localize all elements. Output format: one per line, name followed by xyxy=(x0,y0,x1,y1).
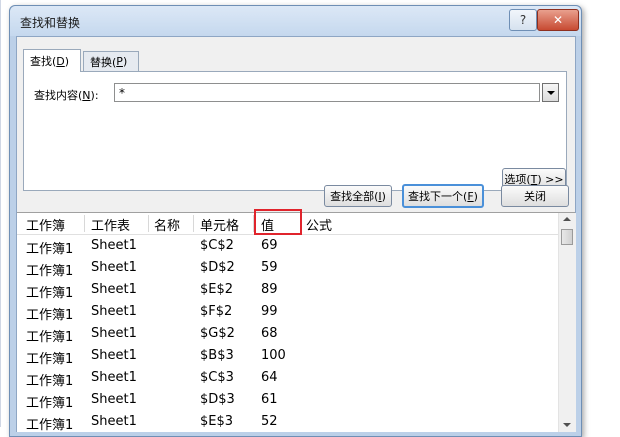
scroll-up-icon[interactable] xyxy=(563,217,571,221)
tab-find[interactable]: 查找(D) xyxy=(23,49,81,72)
cell-value: 59 xyxy=(261,260,278,275)
find-next-label: 查找下一个( xyxy=(408,190,468,203)
table-row[interactable]: 工作簿1 Sheet1 $E$2 89 xyxy=(17,279,558,301)
table-row[interactable]: 工作簿1 Sheet1 $B$3 100 xyxy=(17,345,558,367)
find-label-key: N xyxy=(82,89,91,102)
help-icon: ? xyxy=(519,13,527,27)
find-all-suffix: ) xyxy=(381,189,386,203)
close-button-label: 关闭 xyxy=(524,190,546,203)
scroll-thumb[interactable] xyxy=(561,229,573,245)
table-row[interactable]: 工作簿1 Sheet1 $D$2 59 xyxy=(17,257,558,279)
find-all-label: 查找全部( xyxy=(330,190,379,203)
grid-line xyxy=(0,0,1,427)
cell-value: 61 xyxy=(261,392,278,407)
cell-sheet: Sheet1 xyxy=(91,348,137,363)
find-label-prefix: 查找内容( xyxy=(34,89,83,102)
column-header-name[interactable]: 名称 xyxy=(154,215,180,234)
cell-value: 64 xyxy=(261,370,278,385)
cell-value: 69 xyxy=(261,238,278,253)
tab-replace-key: P xyxy=(116,55,123,68)
tab-replace-label: 替换( xyxy=(90,55,117,69)
column-header-cell[interactable]: 单元格 xyxy=(200,215,239,234)
close-button[interactable]: 关闭 xyxy=(501,185,569,207)
column-divider[interactable] xyxy=(148,215,149,232)
cell-workbook: 工作簿1 xyxy=(26,242,74,257)
find-what-label: 查找内容(N): xyxy=(34,87,99,103)
cell-workbook: 工作簿1 xyxy=(26,374,74,389)
results-header: 工作簿 工作表 名称 单元格 值 公式 xyxy=(17,209,558,235)
value-column-highlight xyxy=(254,209,302,235)
table-row[interactable]: 工作簿1 Sheet1 $F$2 99 xyxy=(17,301,558,323)
scroll-down-icon[interactable] xyxy=(563,423,571,427)
cell-workbook: 工作簿1 xyxy=(26,330,74,345)
close-window-button[interactable]: ✕ xyxy=(537,9,579,31)
dialog-body: 查找(D) 替换(P) 查找内容(N): * 选项(T) >> 查找全部(I) … xyxy=(16,36,576,433)
cell-value: 68 xyxy=(261,326,278,341)
cell-sheet: Sheet1 xyxy=(91,282,137,297)
cell-workbook: 工作簿1 xyxy=(26,396,74,411)
cell-address: $D$3 xyxy=(200,392,235,407)
cell-address: $B$3 xyxy=(200,348,234,363)
cell-address: $G$2 xyxy=(200,326,235,341)
vertical-scrollbar[interactable] xyxy=(558,213,576,432)
find-next-suffix: ) xyxy=(473,189,478,203)
cell-sheet: Sheet1 xyxy=(91,370,137,385)
cell-workbook: 工作簿1 xyxy=(26,352,74,367)
cell-sheet: Sheet1 xyxy=(91,238,137,253)
cell-address: $C$3 xyxy=(200,370,234,385)
cell-sheet: Sheet1 xyxy=(91,260,137,275)
find-next-button[interactable]: 查找下一个(F) xyxy=(402,184,484,208)
options-suffix: ) >> xyxy=(537,172,564,186)
cell-value: 99 xyxy=(261,304,278,319)
tab-replace[interactable]: 替换(P) xyxy=(83,51,139,71)
tab-find-suffix: ) xyxy=(64,54,70,68)
cell-workbook: 工作簿1 xyxy=(26,286,74,301)
cell-sheet: Sheet1 xyxy=(91,326,137,341)
table-row[interactable]: 工作簿1 Sheet1 $D$3 61 xyxy=(17,389,558,411)
tab-replace-suffix: ) xyxy=(122,55,128,68)
options-key: T xyxy=(530,172,538,186)
column-header-workbook[interactable]: 工作簿 xyxy=(26,215,65,234)
title-bar[interactable]: 查找和替换 ? ✕ xyxy=(10,6,581,36)
column-divider[interactable] xyxy=(84,215,85,232)
help-button[interactable]: ? xyxy=(509,9,537,31)
chevron-down-icon xyxy=(546,90,555,95)
column-header-formula[interactable]: 公式 xyxy=(306,215,332,234)
table-row[interactable]: 工作簿1 Sheet1 $E$3 52 xyxy=(17,411,558,433)
cell-workbook: 工作簿1 xyxy=(26,308,74,323)
results-list[interactable]: 工作簿 工作表 名称 单元格 值 公式 工作簿1 Sheet1 $C$2 69 工作簿1… xyxy=(17,209,576,433)
tab-find-label: 查找( xyxy=(30,55,57,68)
tab-find-key: D xyxy=(56,54,65,68)
find-label-suffix: ): xyxy=(90,89,99,102)
cell-address: $E$2 xyxy=(200,282,234,297)
table-row[interactable]: 工作簿1 Sheet1 $G$2 68 xyxy=(17,323,558,345)
find-all-button[interactable]: 查找全部(I) xyxy=(324,185,392,207)
cell-address: $F$2 xyxy=(200,304,233,319)
dialog-title: 查找和替换 xyxy=(20,16,81,30)
cell-sheet: Sheet1 xyxy=(91,392,137,407)
cell-address: $D$2 xyxy=(200,260,235,275)
find-what-input[interactable]: * xyxy=(114,83,540,102)
close-icon: ✕ xyxy=(552,13,564,27)
find-replace-dialog: 查找和替换 ? ✕ 查找(D) 替换(P) 查找内容(N): * 选项(T) >… xyxy=(9,5,582,437)
cell-workbook: 工作簿1 xyxy=(26,418,74,433)
cell-value: 89 xyxy=(261,282,278,297)
cell-sheet: Sheet1 xyxy=(91,304,137,319)
cell-value: 100 xyxy=(261,348,286,363)
table-row[interactable]: 工作簿1 Sheet1 $C$3 64 xyxy=(17,367,558,389)
cell-workbook: 工作簿1 xyxy=(26,264,74,279)
cell-address: $C$2 xyxy=(200,238,234,253)
table-row[interactable]: 工作簿1 Sheet1 $C$2 69 xyxy=(17,235,558,257)
column-header-sheet[interactable]: 工作表 xyxy=(91,215,130,234)
find-history-dropdown[interactable] xyxy=(542,83,559,102)
find-panel: 查找内容(N): * 选项(T) >> xyxy=(23,71,567,191)
column-divider[interactable] xyxy=(193,215,194,232)
